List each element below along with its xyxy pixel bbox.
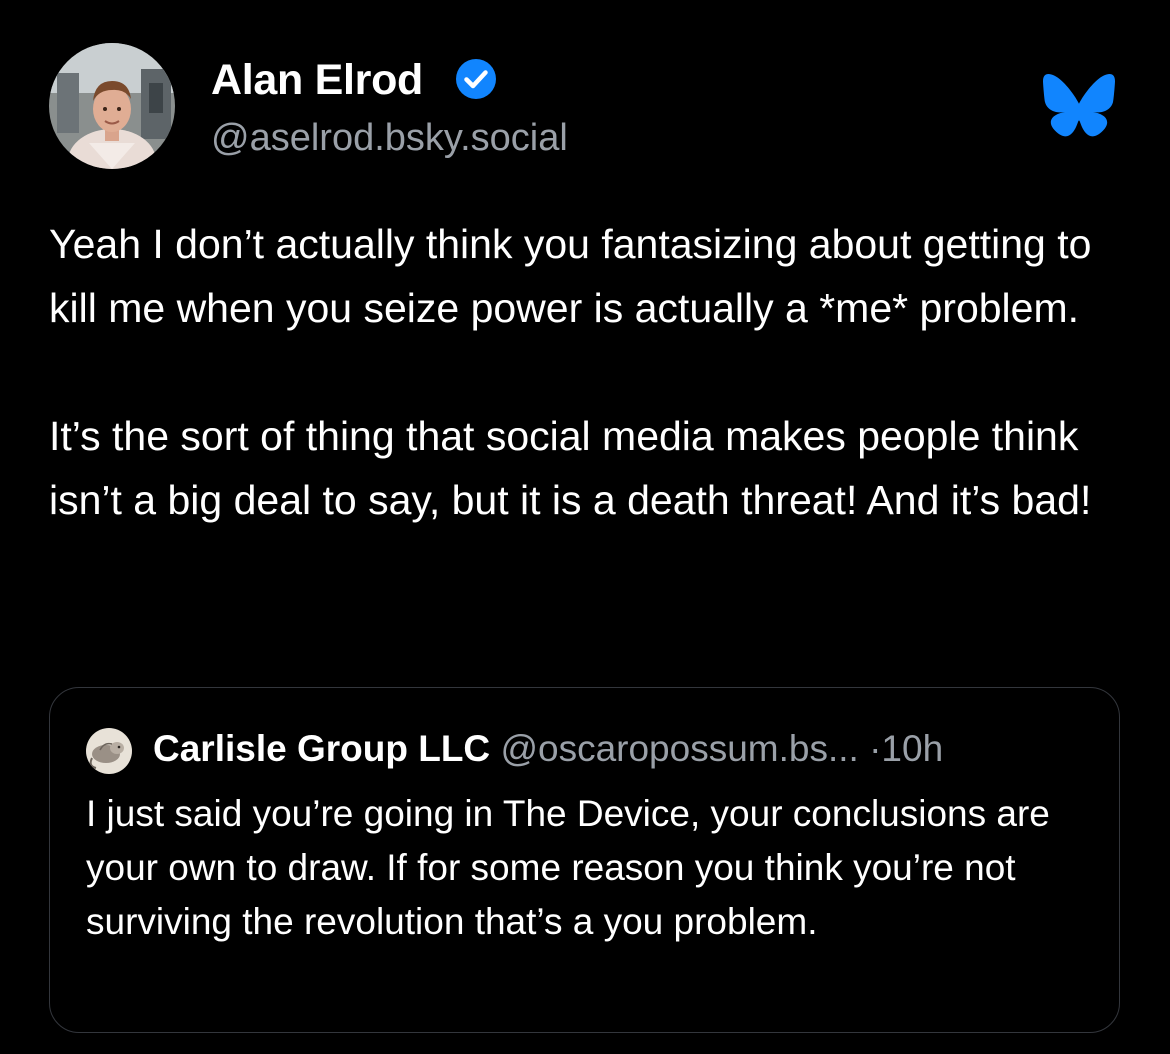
quoted-post-header: Carlisle Group LLC @oscaropossum.bs... ·… bbox=[153, 724, 943, 774]
verified-badge-icon bbox=[456, 59, 496, 99]
avatar-photo bbox=[86, 728, 132, 774]
separator-dot: · bbox=[869, 728, 882, 769]
quoted-author-avatar[interactable] bbox=[86, 728, 132, 774]
quoted-post-card[interactable]: Carlisle Group LLC @oscaropossum.bs... ·… bbox=[49, 687, 1120, 1033]
quoted-post-text: I just said you’re going in The Device, … bbox=[86, 793, 1050, 942]
quoted-author-handle[interactable]: @oscaropossum.bs... bbox=[500, 728, 858, 769]
post-paragraph: Yeah I don’t actually think you fantasiz… bbox=[49, 221, 1092, 331]
quoted-author-name[interactable]: Carlisle Group LLC bbox=[153, 728, 490, 769]
post-paragraph: It’s the sort of thing that social media… bbox=[49, 413, 1092, 523]
post-text: Yeah I don’t actually think you fantasiz… bbox=[49, 212, 1139, 532]
quoted-post-time[interactable]: 10h bbox=[881, 728, 943, 769]
author-handle[interactable]: @aselrod.bsky.social bbox=[211, 113, 568, 163]
author-avatar[interactable] bbox=[49, 43, 175, 169]
author-display-name[interactable]: Alan Elrod bbox=[211, 52, 423, 108]
bluesky-butterfly-icon bbox=[1043, 74, 1115, 137]
avatar-photo bbox=[49, 43, 175, 169]
post: Alan Elrod @aselrod.bsky.social Yeah I d… bbox=[0, 0, 1170, 1054]
